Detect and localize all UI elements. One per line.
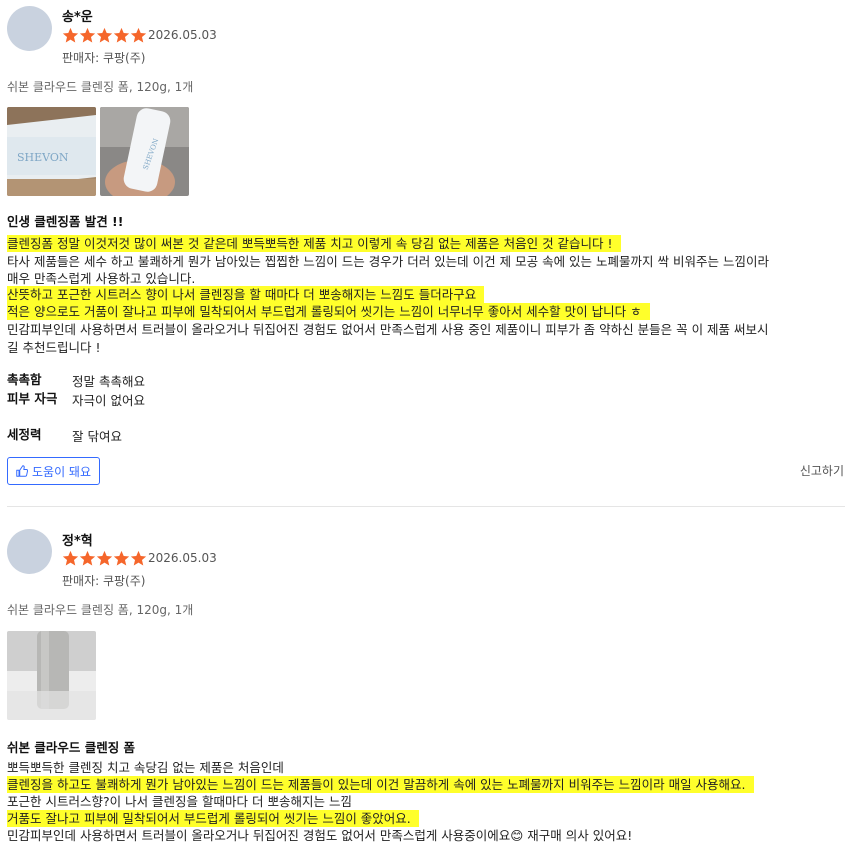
review-text-line: 민감피부인데 사용하면서 트러블이 올라오거나 뒤집어진 경험도 없어서 만족스… xyxy=(7,828,633,843)
review-text-line: 클렌징을 하고도 불쾌하게 뭔가 남아있는 느낌이 드는 제품들이 있는데 이건… xyxy=(7,776,754,793)
review-card: 정*혁 2026.05.03 판매자: 쿠팡(주) 쉬본 클라우드 클렌징 폼,… xyxy=(0,0,854,850)
avatar xyxy=(7,529,52,574)
review-headline: 쉬본 클라우드 클렌징 폼 xyxy=(7,740,136,755)
seller-label: 판매자: 쿠팡(주) xyxy=(62,574,146,588)
star-icon xyxy=(130,550,147,566)
reviewer-name: 정*혁 xyxy=(62,534,93,549)
review-text-line: 포근한 시트러스향?이 나서 클렌징을 할때마다 더 뽀송해지는 느낌 xyxy=(7,794,352,809)
star-icon xyxy=(113,550,130,566)
review-photo[interactable] xyxy=(7,631,96,720)
product-option: 쉬본 클라우드 클렌징 폼, 120g, 1개 xyxy=(7,603,194,617)
star-icon xyxy=(62,550,79,566)
star-rating xyxy=(62,550,147,567)
star-icon xyxy=(79,550,96,566)
review-text-line: 뽀득뽀득한 클렌징 치고 속당김 없는 제품은 처음인데 xyxy=(7,760,284,775)
review-text-line: 거품도 잘나고 피부에 밀착되어서 부드럽게 롤링되어 씻기는 느낌이 좋았어요… xyxy=(7,810,419,827)
review-date: 2026.05.03 xyxy=(148,551,217,565)
star-icon xyxy=(96,550,113,566)
